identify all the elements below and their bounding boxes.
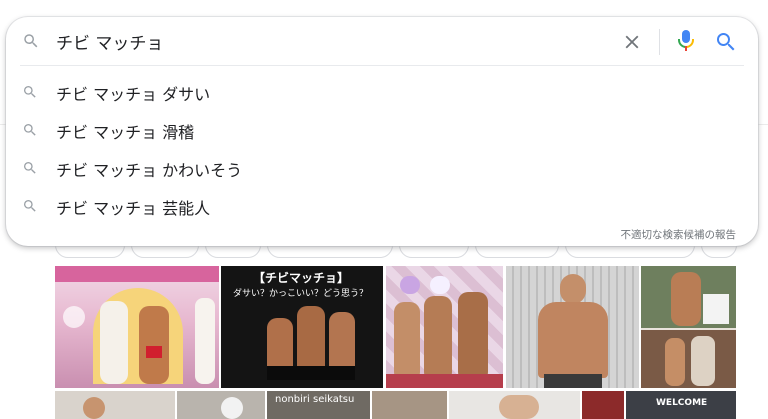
image-result-row2[interactable] — [582, 391, 624, 419]
image-result-group-photo[interactable] — [386, 266, 503, 388]
suggestion-item[interactable]: チビ マッチョ ダサい — [6, 73, 758, 111]
suggestion-item[interactable]: チビ マッチョ かわいそう — [6, 149, 758, 187]
image-result-banner[interactable]: 【チビマッチョ】 ダサい？かっこいい？どう思う？ — [221, 266, 383, 388]
search-icon — [22, 122, 38, 142]
search-icon — [22, 198, 38, 218]
suggestion-item[interactable]: チビ マッチョ 芸能人 — [6, 187, 758, 225]
search-input[interactable] — [56, 28, 596, 54]
image-banner-title: 【チビマッチョ】 — [253, 271, 350, 285]
suggestion-text: チビ マッチョ ダサい — [56, 85, 211, 104]
suggestion-text: チビ マッチョ 芸能人 — [56, 199, 211, 218]
close-icon[interactable] — [621, 31, 643, 53]
image-result-welcome[interactable]: WELCOME — [626, 391, 736, 419]
image-banner-subtitle: ダサい？かっこいい？どう思う？ — [233, 289, 369, 299]
search-icon — [22, 32, 40, 54]
report-suggestions-link[interactable]: 不適切な検索候補の報告 — [621, 227, 737, 242]
image-result-row2[interactable] — [372, 391, 447, 419]
image-logo-text: nonbiri seikatsu — [275, 394, 355, 405]
image-result-row2[interactable] — [449, 391, 580, 419]
image-result-tv-show[interactable] — [55, 266, 219, 388]
microphone-icon[interactable] — [675, 28, 697, 54]
image-result-row2[interactable] — [177, 391, 265, 419]
suggestion-text: チビ マッチョ 滑稽 — [56, 123, 195, 142]
search-icon — [22, 84, 38, 104]
image-welcome-text: WELCOME — [656, 398, 708, 408]
suggestion-list: チビ マッチョ ダサい チビ マッチョ 滑稽 チビ マッチョ かわいそう チビ … — [6, 73, 758, 225]
search-icon — [22, 160, 38, 180]
search-submit-icon[interactable] — [714, 30, 738, 54]
suggestion-divider — [20, 65, 744, 66]
image-result-shirtless-man[interactable] — [506, 266, 639, 388]
suggestion-item[interactable]: チビ マッチョ 滑稽 — [6, 111, 758, 149]
suggestion-text: チビ マッチョ かわいそう — [56, 161, 243, 180]
search-autocomplete-panel: チビ マッチョ ダサい チビ マッチョ 滑稽 チビ マッチョ かわいそう チビ … — [6, 17, 758, 246]
search-bar-divider — [659, 29, 660, 55]
search-bar — [6, 17, 758, 65]
image-result-blog[interactable]: nonbiri seikatsu — [267, 391, 370, 419]
image-result-row2[interactable] — [55, 391, 175, 419]
image-result-collage[interactable] — [641, 266, 736, 388]
